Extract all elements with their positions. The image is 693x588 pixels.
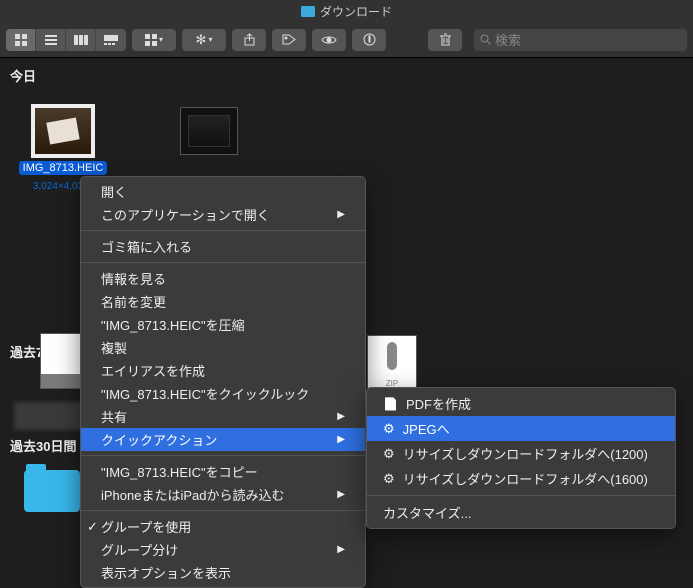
ctx-compress[interactable]: "IMG_8713.HEIC"を圧縮 <box>81 313 365 336</box>
ctx-rename[interactable]: 名前を変更 <box>81 290 365 313</box>
arrange-button[interactable]: ▾ <box>132 29 176 51</box>
gear-icon <box>383 471 395 487</box>
section-past30: 過去30日間 <box>10 432 76 459</box>
file-item[interactable] <box>367 335 417 391</box>
qa-resize-1200[interactable]: リサイズしダウンロードフォルダへ(1200) <box>367 441 675 466</box>
file-item[interactable] <box>24 470 80 512</box>
quicklook-button[interactable] <box>312 29 346 51</box>
document-icon <box>383 396 398 411</box>
submenu-arrow-icon: ▶ <box>337 434 345 445</box>
qa-to-jpeg[interactable]: JPEGへ <box>367 416 675 441</box>
ctx-view-options[interactable]: 表示オプションを表示 <box>81 561 365 584</box>
trash-button[interactable] <box>428 29 462 51</box>
qa-create-pdf[interactable]: PDFを作成 <box>367 391 675 416</box>
ctx-use-groups[interactable]: ✓グループを使用 <box>81 515 365 538</box>
file-name: IMG_8713.HEIC <box>19 161 108 175</box>
ctx-trash[interactable]: ゴミ箱に入れる <box>81 235 365 258</box>
ctx-open-with[interactable]: このアプリケーションで開く▶ <box>81 203 365 226</box>
icon-view-button[interactable] <box>6 29 36 51</box>
ctx-import-ios[interactable]: iPhoneまたはiPadから読み込む▶ <box>81 483 365 506</box>
share-button[interactable] <box>232 29 266 51</box>
gear-icon <box>383 446 395 462</box>
blurred-label <box>14 402 84 430</box>
search-field[interactable]: 検索 <box>474 29 687 51</box>
tags-button[interactable] <box>272 29 306 51</box>
action-button[interactable]: ✻ ▾ <box>182 29 226 51</box>
submenu-arrow-icon: ▶ <box>337 489 345 500</box>
view-mode-group <box>6 29 126 51</box>
separator <box>81 510 365 511</box>
separator <box>367 495 675 496</box>
qa-resize-1600[interactable]: リサイズしダウンロードフォルダへ(1600) <box>367 466 675 491</box>
info-button[interactable] <box>352 29 386 51</box>
section-today: 今日 <box>10 62 683 89</box>
list-view-button[interactable] <box>36 29 66 51</box>
window-title: ダウンロード <box>320 3 392 20</box>
checkmark-icon: ✓ <box>87 519 98 535</box>
column-view-button[interactable] <box>66 29 96 51</box>
window-titlebar: ダウンロード <box>0 0 693 22</box>
separator <box>81 230 365 231</box>
ctx-group-by[interactable]: グループ分け▶ <box>81 538 365 561</box>
gear-icon: ✻ <box>196 32 207 48</box>
search-placeholder: 検索 <box>495 30 521 49</box>
ctx-duplicate[interactable]: 複製 <box>81 336 365 359</box>
gallery-view-button[interactable] <box>96 29 126 51</box>
ctx-quick-look[interactable]: "IMG_8713.HEIC"をクイックルック <box>81 382 365 405</box>
folder-icon <box>301 6 315 17</box>
zip-icon <box>367 335 417 391</box>
file-thumbnail <box>34 107 92 155</box>
chevron-down-icon: ▾ <box>208 35 212 44</box>
gear-icon <box>383 421 395 437</box>
ctx-get-info[interactable]: 情報を見る <box>81 267 365 290</box>
submenu-arrow-icon: ▶ <box>337 209 345 220</box>
ctx-copy[interactable]: "IMG_8713.HEIC"をコピー <box>81 460 365 483</box>
submenu-arrow-icon: ▶ <box>337 544 345 555</box>
context-menu: 開く このアプリケーションで開く▶ ゴミ箱に入れる 情報を見る 名前を変更 "I… <box>80 176 366 588</box>
ctx-share[interactable]: 共有▶ <box>81 405 365 428</box>
separator <box>81 262 365 263</box>
ctx-make-alias[interactable]: エイリアスを作成 <box>81 359 365 382</box>
separator <box>81 455 365 456</box>
toolbar: ▾ ✻ ▾ 検索 <box>0 22 693 58</box>
chevron-down-icon: ▾ <box>159 35 163 44</box>
quick-actions-submenu: PDFを作成 JPEGへ リサイズしダウンロードフォルダへ(1200) リサイズ… <box>366 387 676 529</box>
ctx-open[interactable]: 開く <box>81 180 365 203</box>
file-thumbnail <box>180 107 238 155</box>
qa-customize[interactable]: カスタマイズ... <box>367 500 675 525</box>
ctx-quick-actions[interactable]: クイックアクション▶ <box>81 428 365 451</box>
folder-icon <box>24 470 80 512</box>
submenu-arrow-icon: ▶ <box>337 411 345 422</box>
